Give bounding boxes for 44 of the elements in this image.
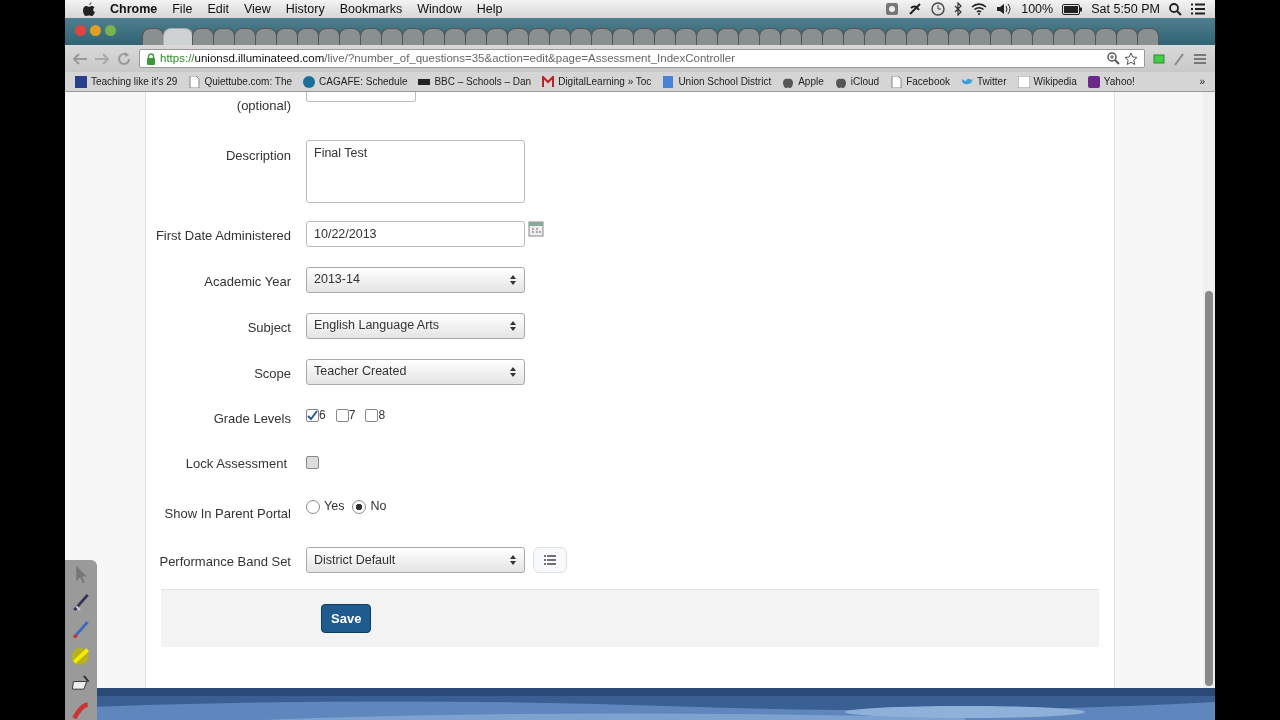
bookmark[interactable]: Quiettube.com: The xyxy=(188,74,293,89)
app-menu[interactable]: Chrome xyxy=(110,0,158,19)
bookmark[interactable]: CAGAFE: Schedule xyxy=(303,74,408,89)
radio-button[interactable]: No xyxy=(352,499,387,514)
date-field[interactable]: 10/22/2013 xyxy=(306,220,525,247)
field-label: (optional) xyxy=(235,97,292,115)
radio-button[interactable]: Yes xyxy=(306,499,345,514)
bookmark[interactable]: Wikipedia xyxy=(1017,74,1077,89)
select-field[interactable]: District Default xyxy=(306,547,525,573)
menu-item[interactable]: Edit xyxy=(207,0,229,19)
bookmark[interactable]: Teaching like it's 29 xyxy=(75,74,178,89)
bookmark[interactable]: Twitter xyxy=(961,74,1007,89)
field-label: Academic Year xyxy=(203,272,292,291)
field-label: First Date Administered xyxy=(154,226,292,245)
field-label: Performance Band Set xyxy=(158,553,292,571)
field-label: Lock Assessment xyxy=(184,455,288,473)
select-field[interactable]: Teacher Created xyxy=(306,358,525,385)
menu-item[interactable]: File xyxy=(172,0,193,19)
address-bar[interactable]: https://unionsd.illuminateed.com/live/?number_of_questions=35&action=edit&page=Assessment_IndexController xyxy=(139,49,1145,68)
field-label: Show In Parent Portal xyxy=(163,504,292,523)
menu-item[interactable]: Bookmarks xyxy=(339,0,403,19)
bookmark[interactable]: Yahoo! xyxy=(1087,74,1135,89)
field-label: Grade Levels xyxy=(212,409,292,428)
menu-item[interactable]: History xyxy=(285,0,325,19)
description-field[interactable]: Final Test xyxy=(306,139,525,203)
select-field[interactable]: 2013-14 xyxy=(306,266,525,293)
url-text: https://unionsd.illuminateed.com/live/?number_of_questions=35&action=edit&page=Assessment_IndexController xyxy=(160,50,736,66)
field-label: Description xyxy=(224,146,292,165)
bookmark[interactable]: Facebook xyxy=(890,74,951,89)
bookmark[interactable]: Union School District xyxy=(662,74,772,89)
menu-item[interactable]: View xyxy=(243,0,271,19)
bookmark[interactable]: iCloud xyxy=(834,74,880,89)
battery-percentage: 100% xyxy=(1021,0,1054,18)
field-label: Subject xyxy=(246,318,292,337)
bookmark[interactable]: Apple xyxy=(782,74,824,89)
bookmarks-overflow-button[interactable]: » xyxy=(1199,74,1205,89)
menu-item[interactable]: Help xyxy=(476,0,503,19)
select-field[interactable]: English Language Arts xyxy=(306,312,525,339)
menu-item[interactable]: Window xyxy=(417,0,462,19)
field-label: Scope xyxy=(253,364,292,383)
bookmark[interactable]: DigitalLearning » Toc xyxy=(542,74,652,89)
menubar-clock[interactable]: Sat 5:50 PM xyxy=(1091,0,1160,19)
save-button[interactable]: Save xyxy=(321,603,372,634)
bookmark[interactable]: BBC – Schools – Dan xyxy=(418,74,532,89)
